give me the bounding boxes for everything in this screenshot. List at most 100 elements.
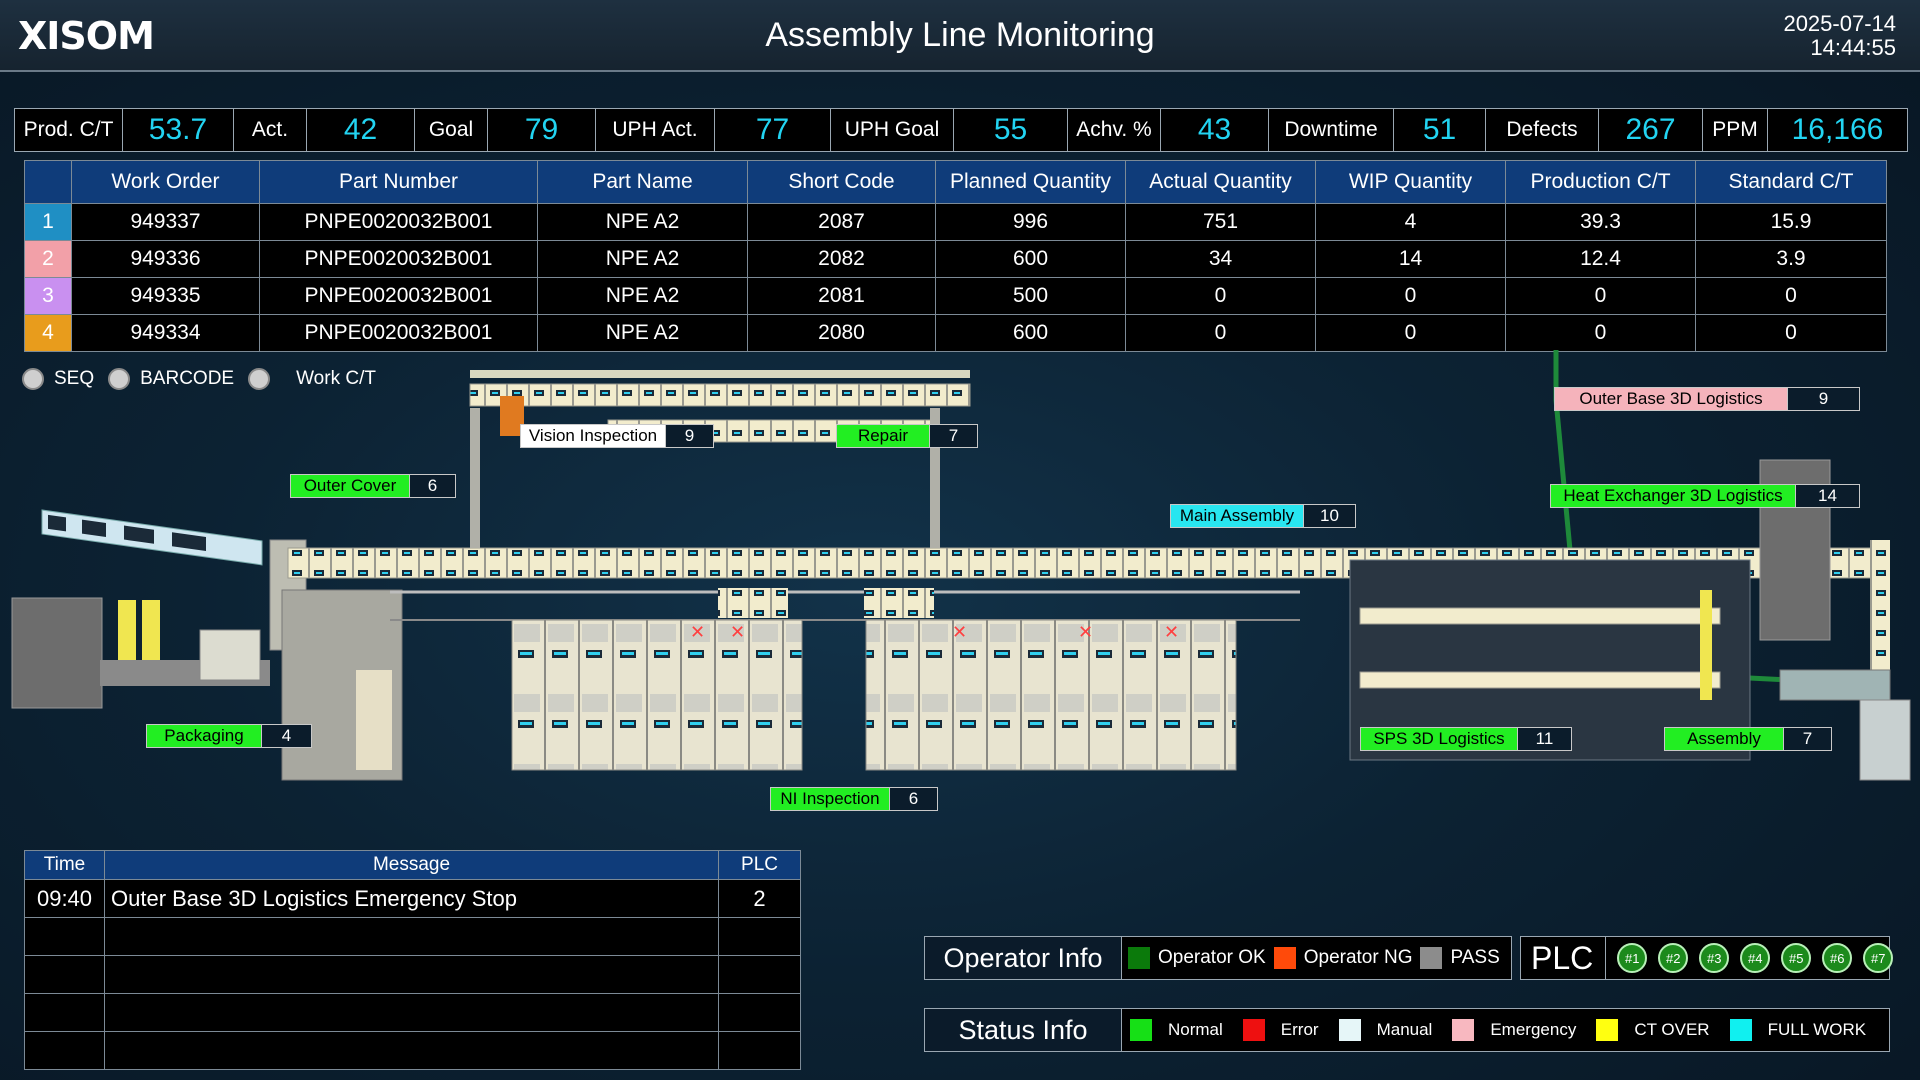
station-vision-inspection[interactable]: Vision Inspection 9: [520, 424, 714, 448]
station-heat-exchanger-3d-logistics[interactable]: Heat Exchanger 3D Logistics 14: [1550, 484, 1860, 508]
kpi-label: Prod. C/T: [15, 109, 123, 151]
message-cell: [24, 955, 105, 994]
kpi-value: 51: [1422, 113, 1457, 146]
message-row[interactable]: [24, 1031, 801, 1070]
table-cell: 949335: [71, 277, 260, 315]
table-row[interactable]: 2 949336 PNPE0020032B001 NPE A2 2082 600 34 14 1…: [24, 240, 1887, 278]
color-swatch: [1128, 947, 1150, 969]
kpi-prod-ct: Prod. C/T 53.7: [15, 109, 234, 151]
kpi-value: 55: [993, 113, 1028, 146]
message-row[interactable]: 09:40 Outer Base 3D Logistics Emergency S…: [24, 879, 801, 918]
plc-indicator[interactable]: #1: [1617, 943, 1648, 973]
legend-operator-ok: Operator OK: [1128, 947, 1266, 969]
message-cell: [104, 1031, 719, 1070]
station-main-assembly[interactable]: Main Assembly 10: [1170, 504, 1356, 528]
legend-label: FULL WORK: [1767, 1020, 1867, 1039]
legend-label: Manual: [1376, 1020, 1433, 1039]
column-header: Part Name: [537, 160, 748, 204]
table-cell: 2082: [747, 240, 936, 278]
kpi-value: 77: [755, 113, 790, 146]
operator-legend: Operator OK Operator NG PASS: [1122, 937, 1508, 979]
station-count: 14: [1795, 485, 1859, 507]
table-row[interactable]: 1 949337 PNPE0020032B001 NPE A2 2087 996 751 4 3…: [24, 203, 1887, 241]
station-name: Packaging: [147, 725, 261, 747]
plc-indicator[interactable]: #4: [1740, 943, 1771, 973]
table-cell: 500: [935, 277, 1126, 315]
table-cell: 0: [1505, 277, 1696, 315]
message-cell: [718, 917, 801, 956]
message-row[interactable]: [24, 955, 801, 994]
table-row[interactable]: 3 949335 PNPE0020032B001 NPE A2 2081 500 0 0 0 0: [24, 277, 1887, 315]
station-name: SPS 3D Logistics: [1361, 728, 1517, 750]
kpi-label: UPH Goal: [831, 109, 954, 151]
station-count: 9: [1787, 388, 1859, 410]
legend-item: Manual: [1338, 1019, 1433, 1041]
station-assembly[interactable]: Assembly 7: [1664, 727, 1832, 751]
legend-label: Operator NG: [1303, 947, 1413, 968]
kpi-goal: Goal 79: [415, 109, 596, 151]
panel-title: Status Info: [925, 1009, 1122, 1051]
table-cell: 949336: [71, 240, 260, 278]
message-cell: [718, 955, 801, 994]
table-cell: NPE A2: [537, 203, 748, 241]
table-header-row: Work Order Part Number Part Name Short C…: [24, 160, 1887, 204]
station-name: Heat Exchanger 3D Logistics: [1551, 485, 1795, 507]
column-header: Actual Quantity: [1125, 160, 1316, 204]
kpi-uph-act: UPH Act. 77: [596, 109, 831, 151]
plc-indicator[interactable]: #3: [1699, 943, 1730, 973]
kpi-value: 79: [524, 113, 559, 146]
plc-indicator[interactable]: #5: [1781, 943, 1812, 973]
svg-text:✕: ✕: [690, 622, 705, 643]
station-count: 6: [409, 475, 455, 497]
message-row[interactable]: [24, 917, 801, 956]
station-packaging[interactable]: Packaging 4: [146, 724, 312, 748]
kpi-defects: Defects 267: [1486, 109, 1703, 151]
color-swatch: [1596, 1019, 1619, 1041]
status-info-panel: Status Info Normal Error Manual Emergency CT…: [924, 1008, 1890, 1052]
station-count: 4: [261, 725, 311, 747]
table-cell: NPE A2: [537, 277, 748, 315]
column-header: PLC: [718, 850, 801, 880]
svg-text:✕: ✕: [952, 622, 967, 643]
legend-label: Operator OK: [1158, 947, 1266, 968]
table-cell: NPE A2: [537, 240, 748, 278]
message-row[interactable]: [24, 993, 801, 1032]
kpi-ppm: PPM 16,166: [1703, 109, 1907, 151]
message-cell: [104, 955, 719, 994]
plc-panel: PLC #1 #2 #3 #4 #5 #6 #7: [1520, 936, 1894, 980]
column-header: Work Order: [71, 160, 260, 204]
status-legend: Normal Error Manual Emergency CT OVER FULL WO…: [1122, 1009, 1886, 1051]
column-header: Part Number: [259, 160, 538, 204]
date-text: 2025-07-14: [1783, 11, 1896, 36]
station-outer-cover[interactable]: Outer Cover 6: [290, 474, 456, 498]
plc-indicator[interactable]: #7: [1863, 943, 1894, 973]
svg-text:✕: ✕: [1164, 622, 1179, 643]
kpi-label: PPM: [1703, 109, 1768, 151]
plc-indicator[interactable]: #2: [1658, 943, 1689, 973]
table-cell: 4: [1315, 203, 1506, 241]
color-swatch: [1452, 1019, 1475, 1041]
color-swatch: [1242, 1019, 1265, 1041]
station-sps-3d-logistics[interactable]: SPS 3D Logistics 11: [1360, 727, 1572, 751]
station-outer-base-3d-logistics[interactable]: Outer Base 3D Logistics 9: [1554, 387, 1860, 411]
datetime-display: 2025-07-14 14:44:55: [1783, 12, 1896, 60]
kpi-label: Defects: [1486, 109, 1599, 151]
svg-text:✕: ✕: [730, 622, 745, 643]
column-header: Standard C/T: [1695, 160, 1887, 204]
station-name: Assembly: [1665, 728, 1783, 750]
legend-operator-ng: Operator NG: [1273, 947, 1413, 969]
station-ni-inspection[interactable]: NI Inspection 6: [770, 787, 938, 811]
kpi-value: 53.7: [148, 113, 208, 146]
message-cell: [24, 993, 105, 1032]
legend-item: Emergency: [1452, 1019, 1576, 1041]
table-cell: PNPE0020032B001: [259, 240, 538, 278]
plc-indicator[interactable]: #6: [1822, 943, 1853, 973]
legend-item: CT OVER: [1596, 1019, 1710, 1041]
table-cell: 996: [935, 203, 1126, 241]
work-order-table: Work Order Part Number Part Name Short C…: [24, 160, 1887, 352]
message-log-table: Time Message PLC 09:40 Outer Base 3D Logi…: [24, 850, 801, 1070]
station-repair[interactable]: Repair 7: [836, 424, 978, 448]
station-count: 9: [665, 425, 713, 447]
station-name: NI Inspection: [771, 788, 889, 810]
legend-label: Emergency: [1490, 1020, 1577, 1039]
